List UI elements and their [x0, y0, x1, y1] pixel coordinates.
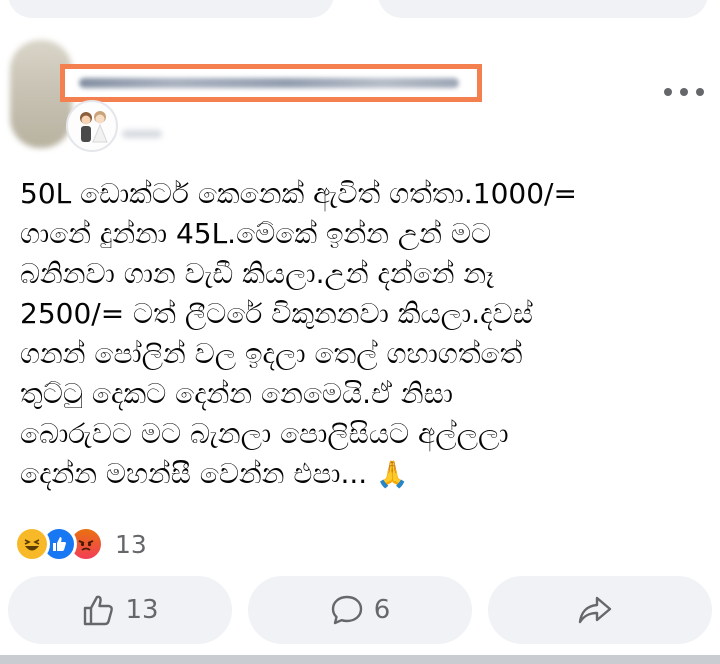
share-arrow-icon [578, 596, 612, 624]
previous-post-button-right[interactable] [378, 0, 708, 18]
comment-count: 6 [373, 595, 391, 625]
redacted-author-name[interactable] [60, 64, 482, 102]
comment-button[interactable]: 6 [248, 576, 472, 644]
haha-reaction-icon [14, 526, 50, 562]
post-body: 50L ඩොක්ටර් කෙනෙක් ඇවිත් ගත්තා.1000/= ගා… [20, 177, 577, 490]
comment-bubble-icon [331, 595, 362, 625]
more-options-icon[interactable] [664, 80, 704, 104]
blurred-timestamp [122, 130, 162, 138]
like-button[interactable]: 13 [8, 576, 232, 644]
feed-divider [0, 655, 720, 664]
profile-avatar[interactable] [66, 100, 118, 152]
reaction-count: 13 [115, 529, 147, 559]
reactions-summary[interactable]: 13 [14, 526, 147, 562]
couple-avatar-icon [80, 111, 108, 143]
share-button[interactable] [488, 576, 712, 644]
post-header [0, 18, 720, 152]
post-text: 50L ඩොක්ටර් කෙනෙක් ඇවිත් ගත්තා.1000/= ගා… [20, 174, 700, 495]
blurred-name [79, 78, 459, 88]
folded-hands-emoji: 🙏 [376, 460, 409, 490]
thumbs-up-icon [84, 595, 114, 626]
like-count: 13 [125, 595, 159, 625]
previous-post-button-left[interactable] [8, 0, 334, 18]
